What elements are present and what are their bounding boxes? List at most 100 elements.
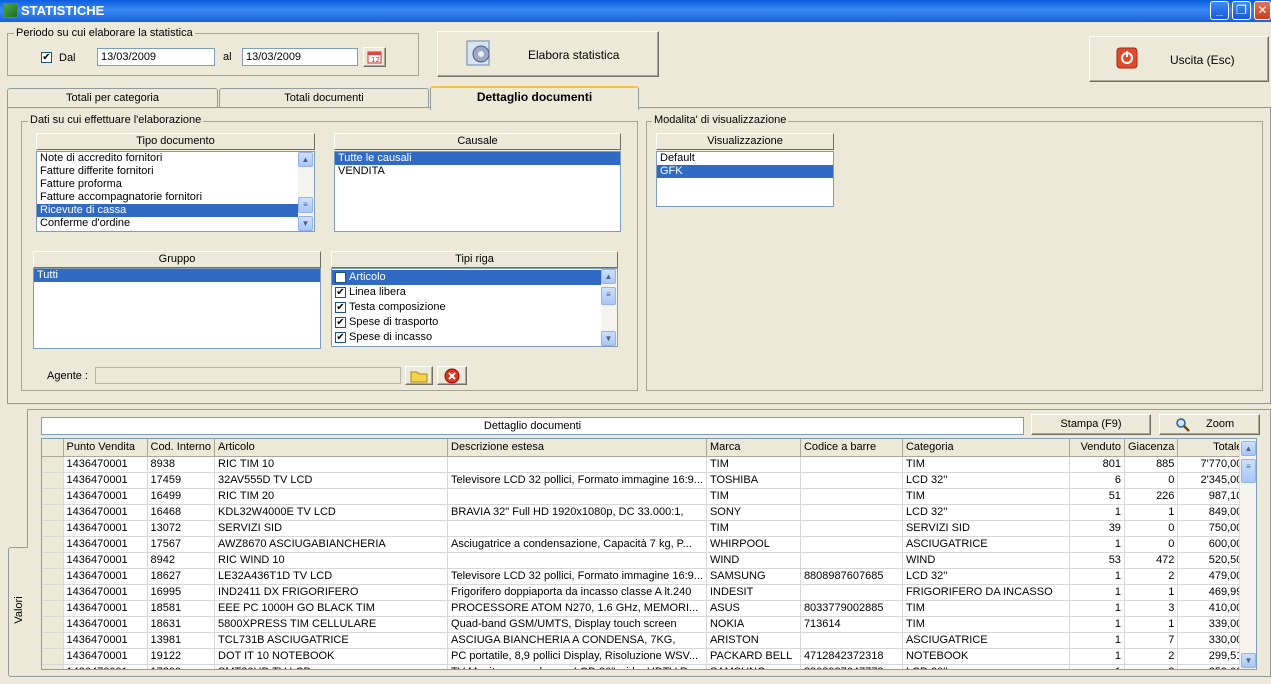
row-selector[interactable] [42,648,64,665]
table-row[interactable]: 1436470001 16468 KDL32W4000E TV LCD BRAVIA … [42,504,1247,521]
tab-totali-categoria[interactable]: Totali per categoria [7,88,218,108]
column-header[interactable]: Totale [1177,439,1247,457]
column-header[interactable]: Giacenza [1124,439,1179,457]
list-item[interactable]: ✔ Articolo [332,270,617,285]
list-item[interactable]: ✔ Spese di trasporto [332,315,617,330]
tipi-riga-list[interactable]: ✔ Articolo ✔ Linea libera ✔ Testa composizion… [331,268,618,347]
table-cell: 1436470001 [63,504,148,521]
tipo-documento-list[interactable]: Note di accredito fornitori Fatture diffe… [36,151,315,232]
maximize-button[interactable]: ❐ [1232,1,1251,20]
column-header[interactable]: Codice a barre [800,439,903,457]
scroll-thumb[interactable]: ≡ [298,197,313,213]
agente-browse-button[interactable] [405,366,433,385]
row-selector[interactable] [42,504,64,521]
app-icon [3,3,18,18]
details-grid[interactable]: Punto Vendita Cod. Interno Articolo Descriz… [41,438,1257,670]
row-selector[interactable] [42,664,64,669]
table-row[interactable]: 1436470001 17567 AWZ8670 ASCIUGABIANCHERIA… [42,536,1247,553]
table-row[interactable]: 143647000117299SMT20HD TV LCDTV Monitor … [42,664,1247,669]
list-item[interactable]: Tutte le causali [335,152,620,165]
visualizzazione-list[interactable]: Default GFK [656,151,834,207]
column-header[interactable]: Articolo [214,439,449,457]
row-selector[interactable] [42,616,64,633]
column-header[interactable]: Categoria [902,439,1070,457]
gruppo-list[interactable]: Tutti [33,268,321,349]
zoom-button[interactable]: Zoom [1159,414,1260,435]
scroll-thumb[interactable]: ≡ [1241,459,1256,483]
column-header[interactable]: Descrizione estesa [447,439,707,457]
scroll-up-icon[interactable]: ▲ [601,269,616,284]
list-item[interactable]: Tutti [34,269,320,282]
row-selector[interactable] [42,456,64,473]
row-selector[interactable] [42,552,64,569]
tab-dettaglio-documenti[interactable]: Dettaglio documenti [430,86,639,110]
row-checkbox[interactable]: ✔ [335,286,346,298]
scroll-up-icon[interactable]: ▲ [298,152,313,167]
scroll-down-icon[interactable]: ▼ [298,216,313,231]
scroll-down-icon[interactable]: ▼ [601,331,616,346]
table-row[interactable]: 1436470001 17459 32AV555D TV LCD Televisore… [42,472,1247,489]
calendar-button[interactable]: 12 [363,47,386,67]
tipo-documento-scrollbar[interactable]: ▲ ≡ ▼ [298,152,314,231]
list-item[interactable]: Note di accredito fornitori [37,152,314,165]
column-header[interactable]: Punto Vendita [63,439,148,457]
row-selector[interactable] [42,600,64,617]
table-cell [800,552,903,569]
row-checkbox[interactable]: ✔ [335,316,346,328]
list-item[interactable]: ✔ Spese di incasso [332,330,617,345]
stampa-button[interactable]: Stampa (F9) [1031,414,1151,435]
row-selector[interactable] [42,520,64,537]
table-row[interactable]: 1436470001 18627 LE32A436T1D TV LCD Televis… [42,568,1247,585]
column-header[interactable]: Marca [706,439,801,457]
table-row[interactable]: 1436470001 18581 EEE PC 1000H GO BLACK TIM… [42,600,1247,617]
tab-valori[interactable]: Valori [8,547,28,677]
list-item[interactable]: Fatture differite fornitori [37,165,314,178]
list-item[interactable]: GFK [657,165,833,178]
close-button[interactable]: ✕ [1254,1,1271,20]
list-item[interactable]: Ricevute di cassa [37,204,314,217]
dal-checkbox[interactable]: ✔ [41,52,52,63]
column-header[interactable]: Cod. Interno [147,439,216,457]
list-item[interactable]: ✔ Linea libera [332,285,617,300]
table-row[interactable]: 1436470001 19122 DOT IT 10 NOTEBOOK PC port… [42,648,1247,665]
column-header[interactable]: Venduto [1069,439,1125,457]
agente-field[interactable] [95,367,401,384]
uscita-button[interactable]: Uscita (Esc) [1089,36,1269,82]
list-item[interactable]: Conferme d'ordine [37,217,314,230]
table-cell [800,632,903,649]
elabora-statistica-button[interactable]: Elabora statistica [437,31,659,77]
list-item[interactable]: ✔ Testa composizione [332,300,617,315]
row-checkbox[interactable]: ✔ [335,271,346,283]
causale-list[interactable]: Tutte le causali VENDITA [334,151,621,232]
row-selector[interactable] [42,488,64,505]
grid-scrollbar[interactable]: ▲ ≡ ▼ [1239,439,1256,669]
row-selector[interactable] [42,568,64,585]
row-selector[interactable] [42,536,64,553]
to-date-field[interactable]: 13/03/2009 [242,48,358,66]
row-selector[interactable] [42,584,64,601]
table-cell: 51 [1069,488,1125,505]
scroll-down-icon[interactable]: ▼ [1241,653,1256,668]
list-item[interactable]: VENDITA [335,165,620,178]
minimize-button[interactable]: _ [1210,1,1229,20]
table-row[interactable]: 1436470001 16995 IND2411 DX FRIGORIFERO Fri… [42,584,1247,601]
row-checkbox[interactable]: ✔ [335,301,346,313]
tab-totali-documenti[interactable]: Totali documenti [219,88,429,108]
table-row[interactable]: 1436470001 16499 RIC TIM 20 TIM TIM 51 226 987,… [42,488,1247,505]
row-checkbox[interactable]: ✔ [335,331,346,343]
agente-clear-button[interactable] [437,366,467,385]
row-selector[interactable] [42,632,64,649]
table-row[interactable]: 1436470001 8938 RIC TIM 10 TIM TIM 801 885 7'77… [42,456,1247,473]
table-row[interactable]: 1436470001 8942 RIC WIND 10 WIND WIND 53 472 52… [42,552,1247,569]
row-selector[interactable] [42,472,64,489]
list-item[interactable]: Fatture accompagnatorie fornitori [37,191,314,204]
table-row[interactable]: 1436470001 13981 TCL731B ASCIUGATRICE ASCIU… [42,632,1247,649]
scroll-up-icon[interactable]: ▲ [1241,441,1256,456]
scroll-thumb[interactable]: ≡ [601,287,616,305]
list-item[interactable]: Default [657,152,833,165]
table-row[interactable]: 1436470001 13072 SERVIZI SID TIM SERVIZI SID… [42,520,1247,537]
list-item[interactable]: Fatture proforma [37,178,314,191]
tipi-riga-scrollbar[interactable]: ▲ ≡ ▼ [601,269,617,346]
from-date-field[interactable]: 13/03/2009 [97,48,215,66]
table-row[interactable]: 1436470001 18631 5800XPRESS TIM CELLULARE Q… [42,616,1247,633]
